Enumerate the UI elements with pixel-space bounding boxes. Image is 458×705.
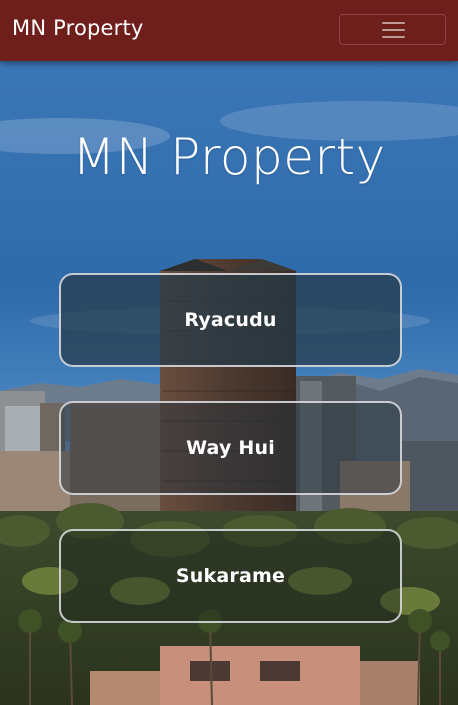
property-button-label: Sukarame (175, 565, 286, 587)
property-button-ryacudu[interactable]: Ryacudu (59, 273, 402, 367)
navbar-brand[interactable]: MN Property (12, 16, 144, 40)
property-button-label: Ryacudu (184, 309, 277, 331)
hamburger-menu-icon (382, 22, 405, 39)
property-button-sukarame[interactable]: Sukarame (59, 529, 402, 623)
menu-toggle-button[interactable] (339, 14, 446, 45)
hero-title: MN Property (72, 128, 386, 186)
property-button-label: Way Hui (186, 437, 275, 459)
property-button-way-hui[interactable]: Way Hui (59, 401, 402, 495)
page: MN Property MN Property Ryacudu Way Hui … (0, 0, 458, 705)
navbar: MN Property (0, 0, 458, 61)
